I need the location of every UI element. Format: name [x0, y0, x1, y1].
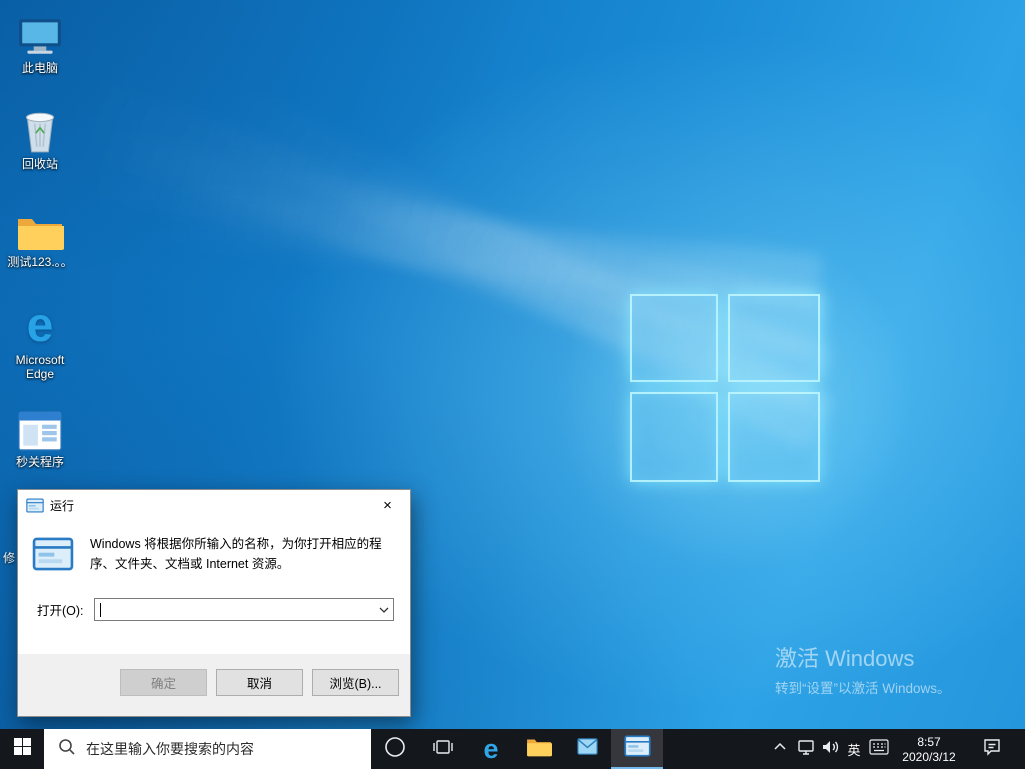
cortana-icon [384, 736, 406, 763]
keyboard-icon [869, 738, 889, 760]
chevron-up-icon [773, 740, 787, 759]
mail-button[interactable] [563, 729, 611, 769]
tray-show-hidden-icons[interactable] [768, 729, 792, 769]
desktop-icon-label: 测试123.。。 [7, 255, 73, 269]
mail-icon [576, 735, 599, 763]
taskbar-run-button-active[interactable] [611, 729, 663, 769]
speaker-icon [820, 737, 840, 762]
volume-status[interactable] [818, 729, 842, 769]
desktop-icon-recycle-bin[interactable]: 回收站 [4, 104, 76, 171]
open-label: 打开(O): [37, 604, 84, 618]
desktop-icon-edge[interactable]: e Microsoft Edge [4, 299, 76, 382]
open-input[interactable] [94, 599, 393, 620]
edge-icon: e [26, 299, 54, 352]
desktop-icon-label: 此电脑 [21, 61, 58, 75]
run-dialog-footer: 确定 取消 浏览(B)... [18, 654, 410, 716]
open-combobox[interactable] [93, 598, 394, 621]
windows-start-icon [13, 738, 31, 760]
run-dialog: 运行 × Windows 将根据你所输入的名称，为你打开相应的程序、文件夹、文档… [17, 489, 411, 717]
clock-date: 2020/3/12 [902, 749, 956, 764]
desktop-icon-label: 回收站 [21, 157, 58, 171]
close-button[interactable]: × [365, 491, 410, 520]
run-icon [26, 497, 44, 513]
network-status[interactable] [794, 729, 818, 769]
activation-watermark: 激活 Windows 转到“设置”以激活 Windows。 [775, 646, 951, 697]
file-explorer-button[interactable] [515, 729, 563, 769]
task-view-icon [433, 737, 453, 762]
folder-icon [4, 202, 76, 252]
run-icon-large [32, 534, 76, 576]
windows-desktop: 此电脑 回收站 测试123.。。 e Microsoft Edge 秒关程序 修… [0, 0, 1025, 769]
desktop-icon-label: 秒关程序 [15, 455, 64, 469]
desktop-icon-test-folder[interactable]: 测试123.。。 [4, 202, 76, 269]
ime-mode-button[interactable] [866, 729, 892, 769]
program-window-icon [4, 402, 76, 452]
windows-logo-pane [630, 392, 718, 482]
ethernet-icon [796, 737, 816, 762]
close-icon: × [383, 496, 392, 514]
folder-icon [526, 736, 552, 762]
taskbar-search-box[interactable] [44, 729, 371, 769]
light-beam [41, 173, 823, 310]
run-icon [623, 734, 651, 762]
taskbar-edge-button[interactable]: e [467, 729, 515, 769]
edge-icon: e [483, 733, 499, 764]
desktop-icon-label: Microsoft Edge [15, 353, 65, 381]
desktop-icon-this-pc[interactable]: 此电脑 [4, 8, 76, 75]
desktop-icon-program[interactable]: 秒关程序 [4, 402, 76, 469]
action-center-button[interactable] [972, 729, 1012, 769]
start-button[interactable] [0, 729, 44, 769]
cortana-button[interactable] [371, 729, 419, 769]
search-icon [58, 738, 76, 761]
ime-language-indicator[interactable]: 英 [842, 729, 866, 769]
search-input[interactable] [86, 741, 371, 757]
run-dialog-description: Windows 将根据你所输入的名称，为你打开相应的程序、文件夹、文档或 Int… [90, 537, 382, 571]
cancel-button[interactable]: 取消 [216, 669, 303, 696]
run-dialog-titlebar[interactable]: 运行 × [18, 490, 410, 520]
ok-button[interactable]: 确定 [120, 669, 207, 696]
desktop-icon-partial-label[interactable]: 修 [3, 549, 15, 566]
ime-language-label: 英 [847, 742, 861, 758]
notification-icon [982, 737, 1002, 762]
recycle-bin-icon [4, 104, 76, 154]
clock-time: 8:57 [917, 734, 941, 749]
this-pc-icon [4, 8, 76, 58]
text-caret [99, 603, 101, 617]
windows-logo-pane [728, 392, 820, 482]
task-view-button[interactable] [419, 729, 467, 769]
taskbar: e [0, 729, 1025, 769]
light-beam [99, 22, 835, 452]
chevron-down-icon[interactable] [375, 599, 393, 620]
run-dialog-title: 运行 [50, 498, 75, 513]
activation-subtitle: 转到“设置”以激活 Windows。 [775, 681, 951, 696]
activation-title: 激活 Windows [775, 646, 915, 671]
windows-logo-pane [728, 294, 820, 382]
windows-logo-pane [630, 294, 718, 382]
browse-button[interactable]: 浏览(B)... [312, 669, 399, 696]
taskbar-clock[interactable]: 8:57 2020/3/12 [892, 729, 966, 769]
